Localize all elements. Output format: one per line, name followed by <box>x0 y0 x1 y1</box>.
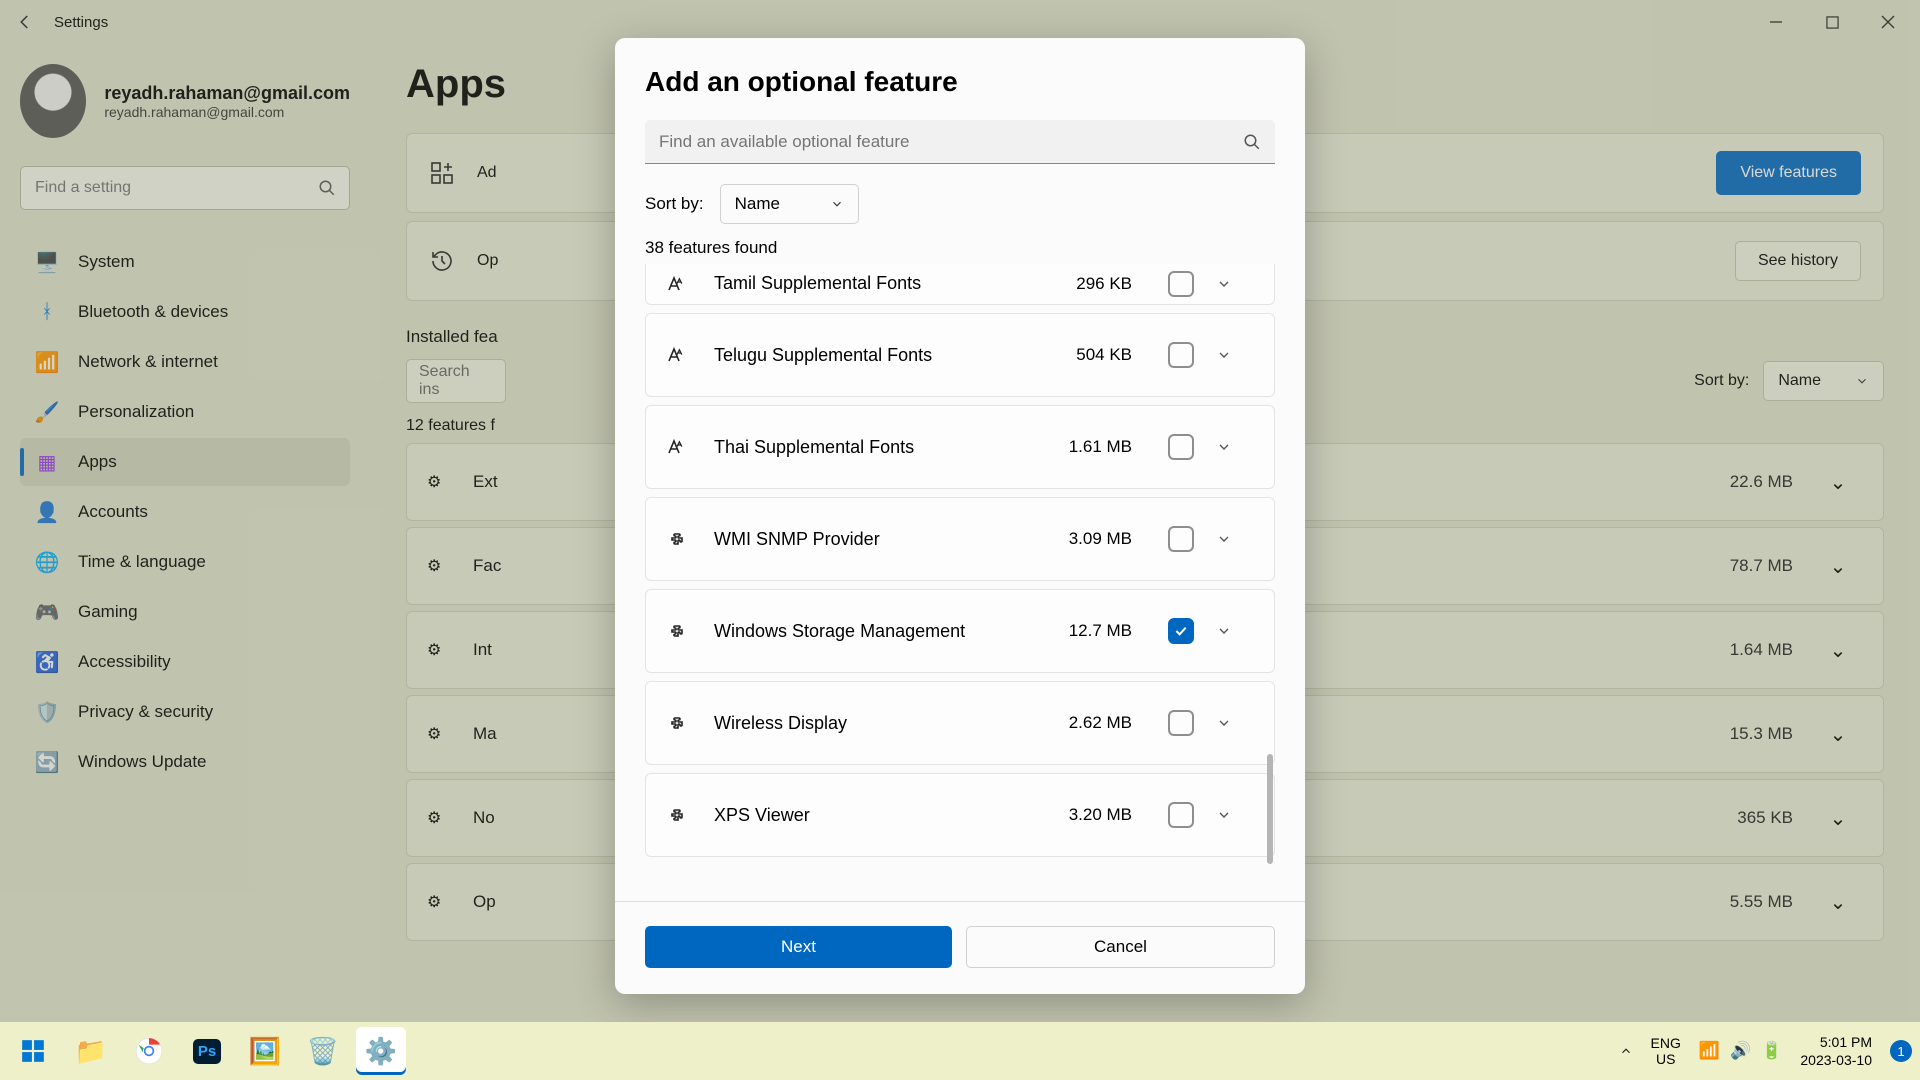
feature-checkbox[interactable] <box>1168 618 1194 644</box>
chevron-down-icon[interactable] <box>1216 276 1256 292</box>
feature-size: 2.62 MB <box>1069 713 1132 733</box>
feature-row[interactable]: XPS Viewer 3.20 MB <box>645 773 1275 857</box>
tray-clock[interactable]: 5:01 PM 2023-03-10 <box>1800 1033 1872 1069</box>
chevron-down-icon[interactable] <box>1216 807 1256 823</box>
feature-name: Telugu Supplemental Fonts <box>714 345 932 366</box>
puzzle-icon <box>662 527 692 551</box>
feature-name: Wireless Display <box>714 713 847 734</box>
chevron-down-icon[interactable] <box>1216 715 1256 731</box>
modal-count: 38 features found <box>645 238 1275 258</box>
tray-status-icons[interactable]: 📶 🔊 🔋 <box>1699 1041 1783 1061</box>
tray-overflow[interactable] <box>1619 1044 1633 1058</box>
feature-name: XPS Viewer <box>714 805 810 826</box>
chevron-down-icon <box>830 197 844 211</box>
feature-checkbox[interactable] <box>1168 710 1194 736</box>
taskbar: 📁 Ps 🖼️ 🗑️ ⚙️ ENG US 📶 🔊 🔋 5:01 PM 2023-… <box>0 1022 1920 1080</box>
taskbar-cleanup[interactable]: 🗑️ <box>298 1027 348 1075</box>
start-button[interactable] <box>8 1027 58 1075</box>
feature-row[interactable]: Tamil Supplemental Fonts 296 KB <box>645 264 1275 305</box>
tray-notification-badge[interactable]: 1 <box>1890 1040 1912 1062</box>
taskbar-file-explorer[interactable]: 📁 <box>66 1027 116 1075</box>
modal-search-input[interactable] <box>645 120 1275 164</box>
feature-row[interactable]: Telugu Supplemental Fonts 504 KB <box>645 313 1275 397</box>
feature-checkbox[interactable] <box>1168 271 1194 297</box>
puzzle-icon <box>662 803 692 827</box>
search-icon <box>1243 133 1261 151</box>
feature-name: WMI SNMP Provider <box>714 529 880 550</box>
wifi-icon: 📶 <box>1699 1041 1720 1061</box>
modal-overlay: Add an optional feature Sort by: Name 38… <box>0 0 1920 1080</box>
font-icon <box>662 272 692 296</box>
taskbar-settings[interactable]: ⚙️ <box>356 1027 406 1075</box>
feature-name: Thai Supplemental Fonts <box>714 437 914 458</box>
feature-name: Windows Storage Management <box>714 621 965 642</box>
modal-sort-by-label: Sort by: <box>645 194 704 214</box>
modal-list: Tamil Supplemental Fonts 296 KB Telugu Sup… <box>645 264 1275 881</box>
feature-row[interactable]: Thai Supplemental Fonts 1.61 MB <box>645 405 1275 489</box>
next-button[interactable]: Next <box>645 926 952 968</box>
feature-checkbox[interactable] <box>1168 342 1194 368</box>
modal-sort-by-select[interactable]: Name <box>720 184 859 224</box>
puzzle-icon <box>662 711 692 735</box>
modal-search[interactable] <box>645 120 1275 164</box>
feature-name: Tamil Supplemental Fonts <box>714 273 921 294</box>
chevron-down-icon[interactable] <box>1216 347 1256 363</box>
feature-size: 3.09 MB <box>1069 529 1132 549</box>
font-icon <box>662 343 692 367</box>
tray-language[interactable]: ENG US <box>1651 1035 1681 1067</box>
feature-checkbox[interactable] <box>1168 526 1194 552</box>
modal-sort-by-value: Name <box>735 194 780 214</box>
feature-checkbox[interactable] <box>1168 434 1194 460</box>
puzzle-icon <box>662 619 692 643</box>
feature-row[interactable]: WMI SNMP Provider 3.09 MB <box>645 497 1275 581</box>
feature-row[interactable]: Wireless Display 2.62 MB <box>645 681 1275 765</box>
add-feature-modal: Add an optional feature Sort by: Name 38… <box>615 38 1305 994</box>
font-icon <box>662 435 692 459</box>
taskbar-chrome[interactable] <box>124 1027 174 1075</box>
feature-size: 504 KB <box>1076 345 1132 365</box>
modal-title: Add an optional feature <box>645 66 1275 98</box>
volume-icon: 🔊 <box>1730 1041 1751 1061</box>
feature-row[interactable]: Windows Storage Management 12.7 MB <box>645 589 1275 673</box>
chevron-down-icon[interactable] <box>1216 531 1256 547</box>
chevron-down-icon[interactable] <box>1216 623 1256 639</box>
feature-checkbox[interactable] <box>1168 802 1194 828</box>
battery-icon: 🔋 <box>1761 1041 1782 1061</box>
chevron-down-icon[interactable] <box>1216 439 1256 455</box>
feature-size: 3.20 MB <box>1069 805 1132 825</box>
cancel-button[interactable]: Cancel <box>966 926 1275 968</box>
feature-size: 296 KB <box>1076 274 1132 294</box>
taskbar-snip[interactable]: 🖼️ <box>240 1027 290 1075</box>
feature-size: 1.61 MB <box>1069 437 1132 457</box>
scrollbar-thumb[interactable] <box>1267 754 1273 864</box>
taskbar-photoshop[interactable]: Ps <box>182 1027 232 1075</box>
feature-size: 12.7 MB <box>1069 621 1132 641</box>
